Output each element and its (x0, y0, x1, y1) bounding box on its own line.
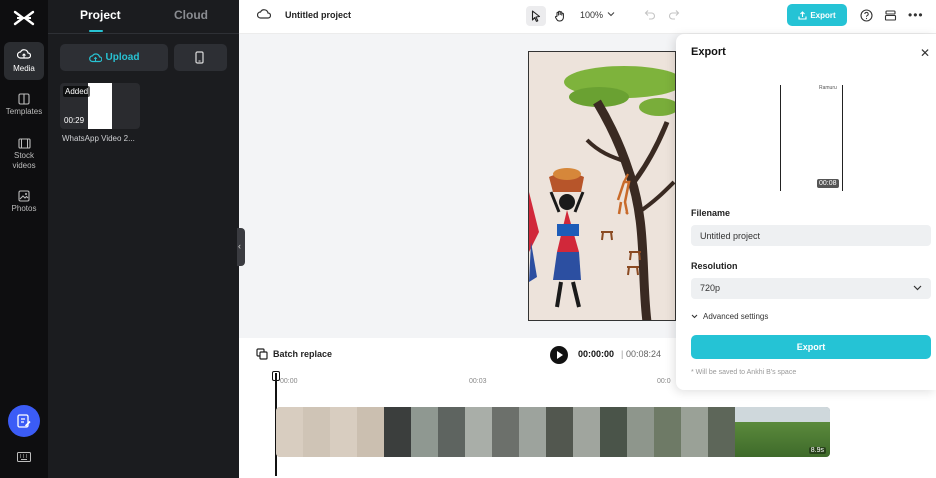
tab-cloud[interactable]: Cloud (174, 8, 208, 22)
layers-icon[interactable] (884, 9, 897, 22)
more-options-icon[interactable]: ••• (908, 8, 924, 22)
top-bar: Untitled project 100% Export ••• (239, 0, 936, 34)
pointer-icon (531, 10, 541, 22)
export-button[interactable]: Export (787, 4, 847, 26)
clip-frame (438, 407, 465, 457)
clip-frame (492, 407, 519, 457)
upload-button[interactable]: Upload (60, 44, 168, 71)
clip-frame (600, 407, 627, 457)
phone-icon (195, 51, 204, 64)
undo-icon[interactable] (644, 9, 656, 20)
filename-input[interactable] (691, 225, 931, 246)
clip-frame (681, 407, 708, 457)
clip-frame (276, 407, 303, 457)
script-edit-button[interactable] (8, 405, 40, 437)
clip-frame (519, 407, 546, 457)
media-item-name: WhatsApp Video 2... (62, 134, 135, 143)
batch-replace-button[interactable]: Batch replace (256, 348, 332, 360)
chevron-left-icon: ‹ (238, 241, 241, 251)
hand-tool-button[interactable] (550, 6, 570, 26)
zoom-level[interactable]: 100% (580, 10, 603, 20)
resolution-select[interactable]: 720p (691, 278, 931, 299)
chevron-down-icon[interactable] (607, 11, 615, 17)
rail-item-media[interactable]: Media (4, 42, 44, 80)
time-separator: | (621, 349, 624, 359)
templates-icon (18, 93, 30, 105)
clip-frame (465, 407, 492, 457)
video-canvas[interactable] (528, 51, 676, 321)
collapse-panel-handle[interactable]: ‹ (237, 228, 245, 266)
clip-duration: 8.9s (808, 447, 826, 454)
project-title[interactable]: Untitled project (285, 10, 351, 20)
batch-replace-label: Batch replace (273, 349, 333, 359)
rail-item-label: Templates (5, 107, 43, 116)
edit-doc-icon (17, 414, 31, 428)
redo-icon[interactable] (668, 9, 680, 20)
export-panel-title: Export (691, 46, 726, 58)
ruler-label: 00:0 (657, 378, 671, 385)
export-panel: Export ✕ Ramuru 00:08 Filename Resolutio… (676, 34, 936, 390)
save-location-note: * Will be saved to Ankhi B's space (691, 369, 797, 376)
panel-tabs: Project Cloud (48, 0, 239, 34)
tab-project[interactable]: Project (80, 8, 121, 22)
media-duration: 00:29 (64, 116, 85, 125)
ruler-label: 00:00 (280, 378, 298, 385)
clip-frame (411, 407, 438, 457)
ruler-label: 00:03 (469, 378, 487, 385)
current-time: 00:00:00 (578, 349, 615, 359)
preview-duration: 00:08 (817, 179, 839, 188)
clip-frame (357, 407, 384, 457)
resolution-label: Resolution (691, 261, 738, 271)
clip-frame (546, 407, 573, 457)
left-rail: Media Templates Stock videos Photos (0, 0, 48, 478)
rail-item-photos[interactable]: Photos (4, 190, 44, 214)
total-time: 00:08:24 (626, 349, 662, 359)
select-tool-button[interactable] (526, 6, 546, 26)
capcut-logo-icon (13, 10, 35, 26)
chevron-down-icon (691, 314, 698, 319)
export-button-label: Export (810, 10, 836, 20)
image-icon (18, 190, 30, 202)
close-icon[interactable]: ✕ (920, 46, 930, 60)
batch-replace-icon (256, 348, 268, 360)
rail-item-label: Photos (11, 204, 37, 213)
phone-upload-button[interactable] (174, 44, 227, 71)
media-item-thumbnail[interactable]: Added 00:29 (60, 83, 140, 129)
clip-frame (654, 407, 681, 457)
help-icon[interactable] (860, 9, 873, 22)
rail-item-templates[interactable]: Templates (4, 93, 44, 117)
cloud-upload-icon (88, 53, 102, 63)
export-preview: Ramuru 00:08 (780, 85, 843, 191)
rail-item-stock-videos[interactable]: Stock videos (4, 138, 44, 171)
cloud-sync-icon[interactable] (257, 8, 271, 20)
added-badge: Added (63, 86, 91, 97)
filename-label: Filename (691, 208, 731, 218)
hand-icon (555, 10, 564, 22)
upload-label: Upload (105, 52, 140, 63)
clip-frame (303, 407, 330, 457)
rail-item-label: Media (13, 64, 35, 73)
clip-frame (708, 407, 735, 457)
keyboard-icon[interactable] (17, 452, 31, 462)
preview-caption: Ramuru (819, 85, 837, 91)
film-icon (17, 138, 31, 149)
rail-item-label: Stock videos (12, 151, 36, 170)
video-clip-track[interactable]: 8.9s (276, 407, 830, 457)
video-preview (88, 83, 112, 129)
clip-frame (627, 407, 654, 457)
artwork-image (529, 52, 675, 320)
advanced-settings-toggle[interactable]: Advanced settings (691, 312, 768, 321)
play-button[interactable] (550, 346, 568, 364)
clip-frame (330, 407, 357, 457)
clip-frame (384, 407, 411, 457)
resolution-value: 720p (700, 283, 721, 293)
confirm-export-button[interactable]: Export (691, 335, 931, 359)
active-tab-indicator (89, 30, 103, 32)
clip-frame (573, 407, 600, 457)
media-icon (17, 49, 31, 59)
advanced-settings-label: Advanced settings (703, 312, 769, 321)
export-icon (798, 10, 807, 20)
media-panel: Project Cloud Upload Added 00:29 WhatsAp… (48, 0, 239, 478)
chevron-down-icon (913, 285, 922, 291)
